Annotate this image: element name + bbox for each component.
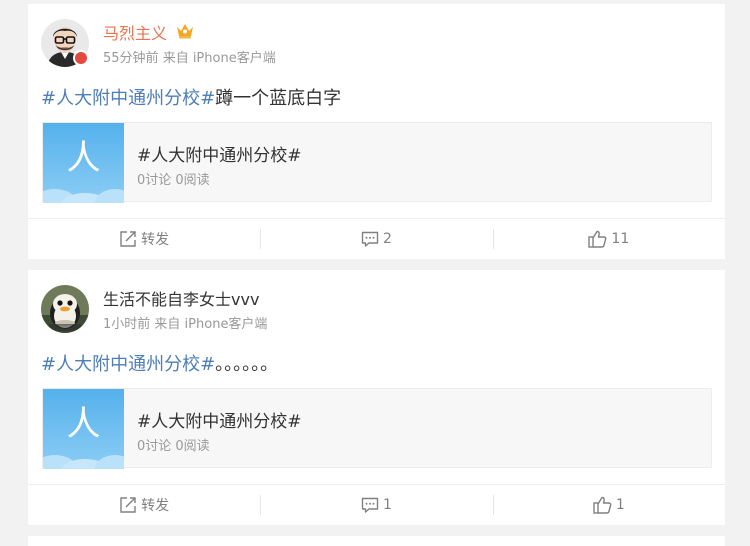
topic-thumbnail: 人 (43, 123, 124, 203)
repost-icon (120, 231, 136, 247)
post-text: #人大附中通州分校#。。。。。。 (41, 350, 278, 376)
hashtag-link[interactable]: #人大附中通州分校# (41, 88, 215, 109)
topic-card[interactable]: 人 #人大附中通州分校# 0讨论 0阅读 (42, 122, 712, 203)
post-card: 生活不能自李女士vvv 1小时前 来自 iPhone客户端 #人大附中通州分校#… (28, 270, 725, 525)
hashtag-link[interactable]: #人大附中通州分校# (41, 354, 215, 375)
like-count: 11 (611, 231, 630, 247)
post-source: 来自 iPhone客户端 (162, 51, 276, 66)
post-time[interactable]: 55分钟前 (103, 51, 159, 66)
comment-button[interactable]: 2 (260, 219, 492, 259)
like-button[interactable]: 11 (492, 219, 725, 259)
repost-icon (120, 497, 136, 513)
vip-crown-icon[interactable] (176, 22, 194, 39)
topic-thumb-char: 人 (67, 404, 101, 444)
thumbs-up-icon (588, 230, 607, 248)
topic-title[interactable]: #人大附中通州分校# (137, 141, 302, 166)
comment-button[interactable]: 1 (260, 485, 492, 525)
comment-icon (361, 231, 379, 247)
post-meta: 1小时前 来自 iPhone客户端 (103, 313, 267, 332)
post-time[interactable]: 1小时前 (103, 317, 150, 332)
action-bar: 转发 2 11 (28, 218, 725, 259)
like-count: 1 (615, 497, 625, 513)
repost-button[interactable]: 转发 (28, 485, 260, 525)
post-text: #人大附中通州分校#蹲一个蓝底白字 (41, 84, 341, 110)
topic-stats: 0讨论 0阅读 (137, 439, 210, 454)
repost-button[interactable]: 转发 (28, 219, 260, 259)
post-body: 蹲一个蓝底白字 (215, 88, 342, 109)
post-card-partial (28, 536, 725, 546)
topic-title[interactable]: #人大附中通州分校# (137, 407, 302, 432)
weibo-feed: 马烈主义 55分钟前 来自 iPhone客户端 #人大附中通州分校#蹲一个蓝底白… (0, 0, 750, 546)
comment-icon (361, 497, 379, 513)
post-card: 马烈主义 55分钟前 来自 iPhone客户端 #人大附中通州分校#蹲一个蓝底白… (28, 4, 725, 259)
comment-count: 2 (383, 231, 392, 247)
like-button[interactable]: 1 (492, 485, 725, 525)
repost-label: 转发 (141, 232, 170, 248)
topic-thumb-char: 人 (67, 138, 101, 178)
repost-label: 转发 (141, 498, 170, 514)
comment-count: 1 (383, 497, 392, 513)
topic-thumbnail: 人 (43, 389, 124, 469)
post-source: 来自 iPhone客户端 (154, 317, 268, 332)
verified-badge-icon (73, 50, 89, 66)
thumbs-up-icon (593, 496, 612, 514)
topic-stats: 0讨论 0阅读 (137, 173, 210, 188)
action-bar: 转发 1 1 (28, 484, 725, 525)
username[interactable]: 生活不能自李女士vvv (103, 286, 259, 310)
avatar[interactable] (41, 285, 89, 333)
username[interactable]: 马烈主义 (103, 20, 167, 44)
post-meta: 55分钟前 来自 iPhone客户端 (103, 47, 276, 66)
topic-card[interactable]: 人 #人大附中通州分校# 0讨论 0阅读 (42, 388, 712, 469)
post-body: 。。。。。。 (215, 354, 279, 375)
